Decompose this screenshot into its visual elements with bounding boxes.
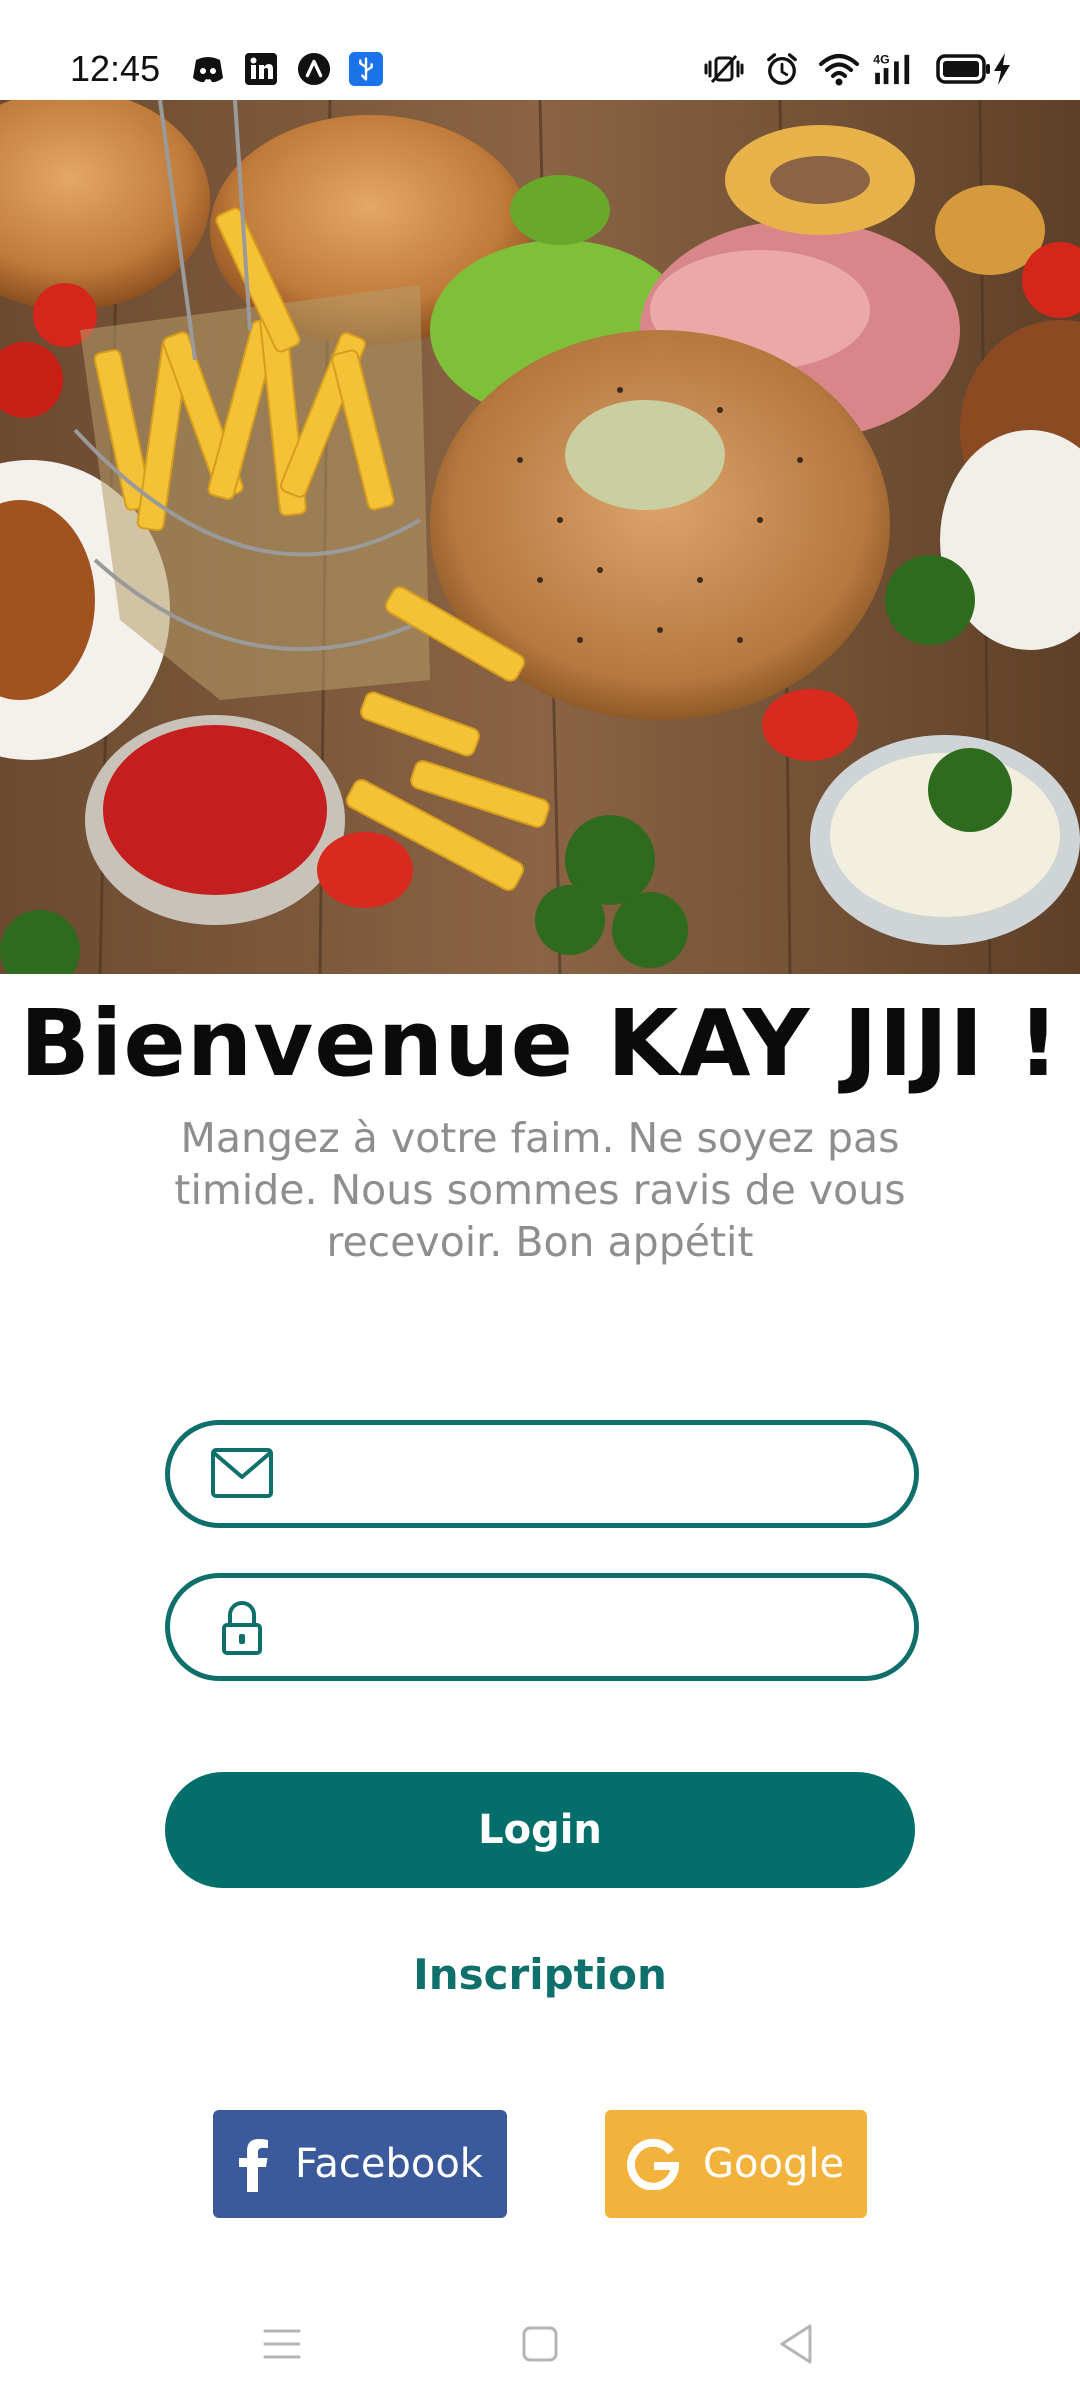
food-photo <box>0 100 1080 974</box>
linkedin-icon <box>245 53 277 85</box>
google-label: Google <box>703 2141 845 2187</box>
system-navigation-bar <box>0 2290 1080 2400</box>
signup-link[interactable]: Inscription <box>0 1950 1080 1999</box>
hero-food-image <box>0 100 1080 974</box>
facebook-login-button[interactable]: Facebook <box>213 2110 507 2218</box>
notification-app-icon <box>297 52 331 86</box>
menu-icon <box>263 2329 301 2359</box>
password-input[interactable] <box>290 1578 894 1678</box>
network-label: 4G <box>873 52 889 66</box>
charging-icon <box>994 53 1010 85</box>
welcome-subtitle: Mangez à votre faim. Ne soyez pas timide… <box>174 1114 906 1266</box>
status-bar: 12:45 4G <box>0 0 1080 100</box>
home-button[interactable] <box>510 2314 570 2374</box>
usb-debug-icon <box>349 52 383 86</box>
google-icon <box>627 2138 679 2190</box>
facebook-label: Facebook <box>295 2141 483 2187</box>
google-login-button[interactable]: Google <box>605 2110 867 2218</box>
menu-button[interactable] <box>252 2314 312 2374</box>
vibrate-icon <box>704 54 744 84</box>
password-field[interactable] <box>165 1573 919 1681</box>
battery-icon <box>936 54 990 84</box>
wifi-icon <box>819 54 859 86</box>
email-input[interactable] <box>290 1425 894 1525</box>
email-field[interactable] <box>165 1420 919 1528</box>
welcome-title: Bienvenue KAY JIJI ! <box>19 990 1061 1097</box>
login-button[interactable]: Login <box>165 1772 915 1888</box>
mail-icon <box>211 1448 273 1498</box>
discord-icon <box>193 57 223 83</box>
signal-4g-icon: 4G <box>873 52 910 85</box>
facebook-icon <box>235 2136 271 2192</box>
alarm-icon <box>767 53 797 85</box>
lock-icon <box>222 1601 262 1655</box>
status-time: 12:45 <box>70 48 161 89</box>
home-icon <box>522 2326 558 2362</box>
back-icon <box>780 2324 812 2364</box>
back-button[interactable] <box>766 2314 826 2374</box>
